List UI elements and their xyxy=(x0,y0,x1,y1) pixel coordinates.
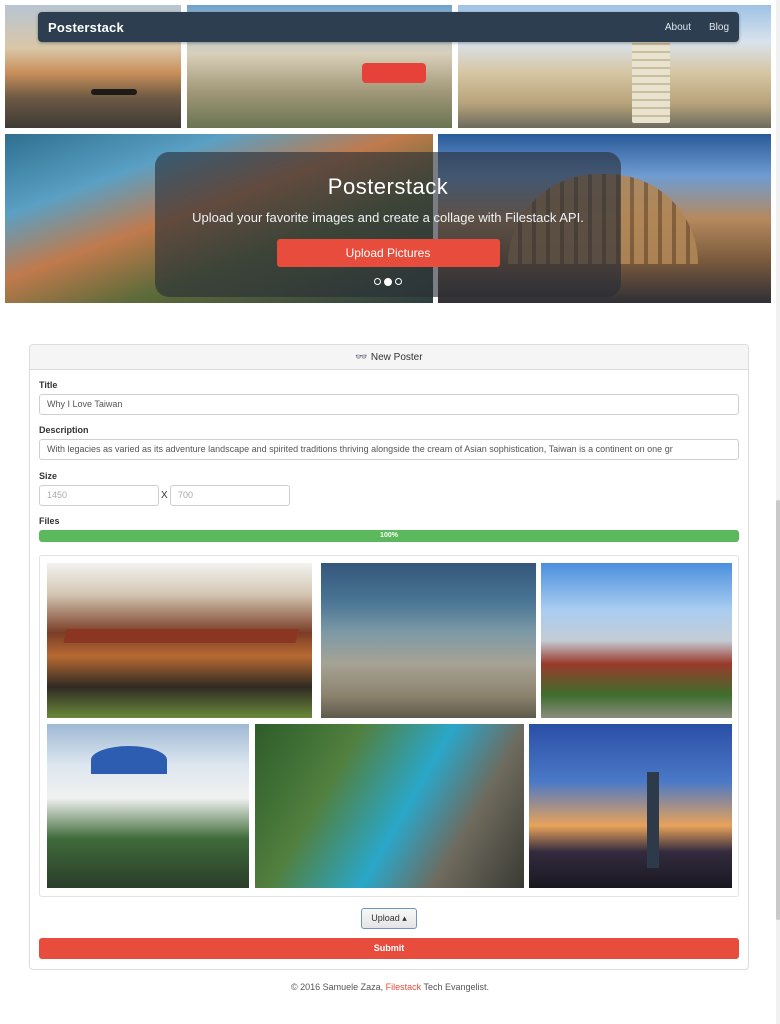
nav-links: About Blog xyxy=(665,22,729,33)
footer-filestack-link[interactable]: Filestack xyxy=(386,982,422,992)
nav-blog-link[interactable]: Blog xyxy=(709,22,729,33)
nav-about-link[interactable]: About xyxy=(665,22,691,33)
width-input[interactable]: 1450 xyxy=(39,485,159,506)
progress-bar-fill: 100% xyxy=(39,530,739,542)
taipei-night-image[interactable] xyxy=(529,724,732,888)
carousel-indicators xyxy=(155,278,621,286)
new-poster-panel: 👓 New Poster Title Why I Love Taiwan Des… xyxy=(29,344,749,970)
temple-image[interactable] xyxy=(47,563,312,718)
taipei-101-shape xyxy=(647,772,659,868)
hero-subtitle: Upload your favorite images and create a… xyxy=(192,210,584,225)
description-label: Description xyxy=(39,425,89,435)
size-separator: X xyxy=(161,490,168,501)
hero-caption: Posterstack Upload your favorite images … xyxy=(155,152,621,297)
panel-header: 👓 New Poster xyxy=(30,345,748,370)
height-input[interactable]: 700 xyxy=(170,485,290,506)
brand-logo[interactable]: Posterstack xyxy=(48,20,124,35)
gorge-image[interactable] xyxy=(255,724,524,888)
pagoda-skyline-image[interactable] xyxy=(541,563,732,718)
upload-pictures-button[interactable]: Upload Pictures xyxy=(276,239,500,267)
submit-button[interactable]: Submit xyxy=(39,938,739,959)
footer: © 2016 Samuele Zaza, Filestack Tech Evan… xyxy=(0,982,780,992)
description-input[interactable]: With legacies as varied as its adventure… xyxy=(39,439,739,460)
glasses-icon: 👓 xyxy=(355,351,367,363)
navbar: Posterstack About Blog xyxy=(38,12,739,42)
memorial-hall-image[interactable] xyxy=(47,724,249,888)
memorial-roof-shape xyxy=(91,746,167,774)
carousel-dot[interactable] xyxy=(395,278,402,285)
temple-roof-shape xyxy=(63,629,299,643)
size-label: Size xyxy=(39,471,58,481)
carousel-dot[interactable] xyxy=(374,278,381,285)
upload-button[interactable]: Upload ▴ xyxy=(361,908,417,929)
footer-prefix: © 2016 Samuele Zaza, xyxy=(290,982,386,992)
title-label: Title xyxy=(39,380,58,390)
carousel-dot-active[interactable] xyxy=(384,278,392,286)
title-input[interactable]: Why I Love Taiwan xyxy=(39,394,739,415)
files-label: Files xyxy=(39,516,60,526)
footer-suffix: Tech Evangelist. xyxy=(421,982,490,992)
panel-title: New Poster xyxy=(370,351,423,363)
upload-progress: 100% xyxy=(39,530,739,542)
gondola-shape xyxy=(91,89,137,95)
coast-image[interactable] xyxy=(321,563,536,718)
image-collage xyxy=(39,555,739,897)
hero-title: Posterstack xyxy=(327,174,449,199)
red-car-shape xyxy=(362,63,426,83)
scrollbar-thumb[interactable] xyxy=(776,500,780,920)
